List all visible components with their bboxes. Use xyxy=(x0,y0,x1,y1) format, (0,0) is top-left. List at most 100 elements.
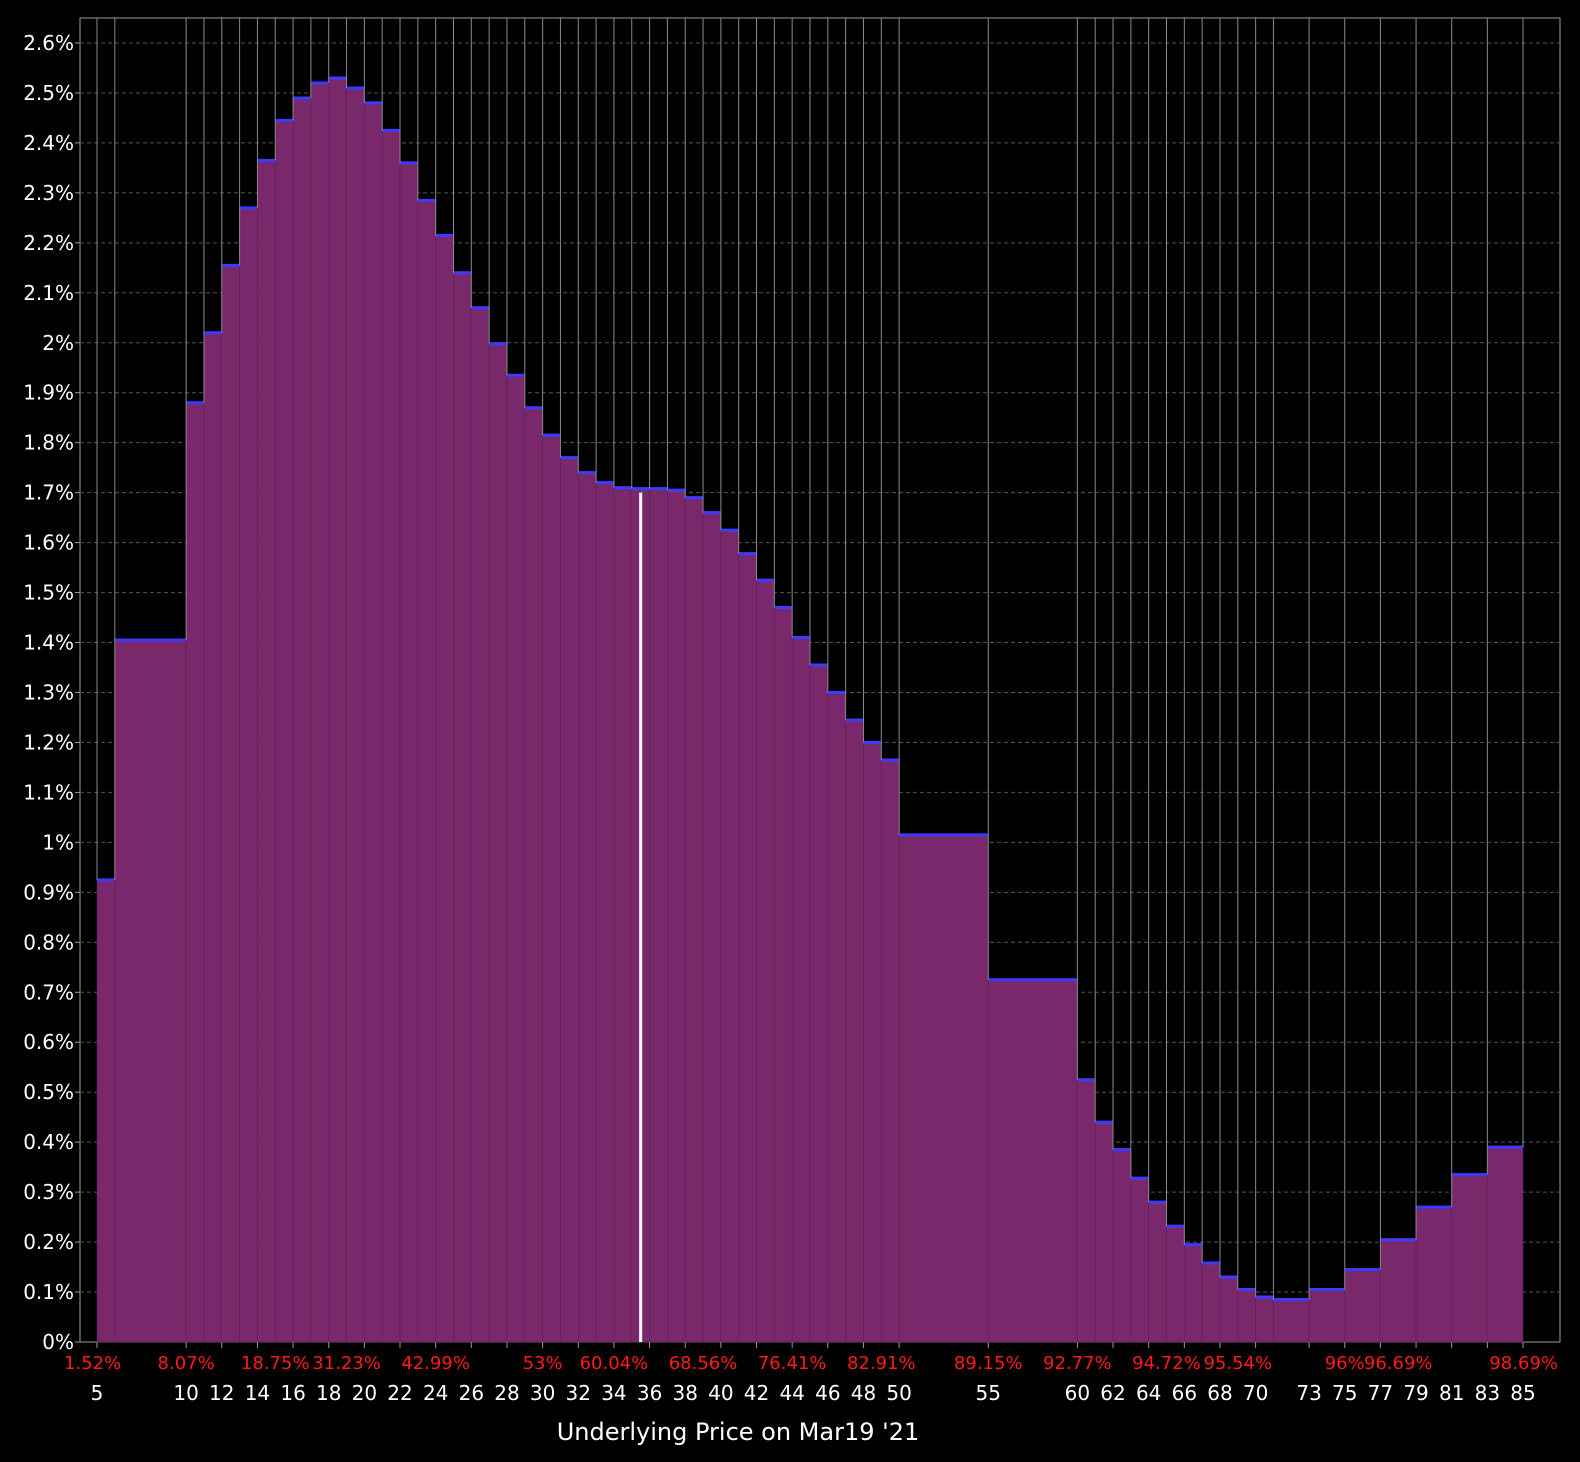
cumulative-prob-label: 96.69% xyxy=(1364,1353,1433,1374)
y-tick-label: 2.4% xyxy=(23,131,74,155)
x-tick-label: 24 xyxy=(423,1381,448,1405)
cumulative-prob-label: 53% xyxy=(523,1353,563,1374)
bar xyxy=(684,497,704,1343)
x-tick-label: 26 xyxy=(459,1381,484,1405)
bar xyxy=(595,482,615,1343)
bar xyxy=(399,162,419,1343)
x-tick-label: 38 xyxy=(672,1381,697,1405)
bar xyxy=(1487,1146,1524,1343)
y-tick-label: 2% xyxy=(42,331,74,355)
bar xyxy=(791,637,811,1343)
bar xyxy=(488,343,508,1343)
x-tick-label: 66 xyxy=(1172,1381,1197,1405)
cumulative-prob-label: 94.72% xyxy=(1132,1353,1201,1374)
x-tick-label: 83 xyxy=(1475,1381,1500,1405)
cumulative-prob-label: 89.15% xyxy=(954,1353,1023,1374)
y-tick-label: 1.8% xyxy=(23,431,74,455)
bar xyxy=(1130,1177,1149,1343)
x-tick-label: 20 xyxy=(352,1381,377,1405)
bar xyxy=(257,160,276,1343)
cumulative-prob-label: 42.99% xyxy=(401,1353,470,1374)
y-tick-label: 2.2% xyxy=(23,231,74,255)
cumulative-prob-label: 95.54% xyxy=(1203,1353,1272,1374)
bar xyxy=(738,553,757,1343)
x-tick-label: 70 xyxy=(1243,1381,1268,1405)
bar xyxy=(203,332,223,1343)
bar xyxy=(435,235,454,1343)
bar xyxy=(845,719,864,1343)
x-tick-label: 62 xyxy=(1100,1381,1125,1405)
bar xyxy=(1112,1149,1132,1343)
bar xyxy=(613,487,633,1343)
bar xyxy=(1166,1225,1185,1343)
bar xyxy=(328,77,347,1343)
y-tick-label: 0.9% xyxy=(23,880,74,904)
y-tick-label: 1.9% xyxy=(23,381,74,405)
bar xyxy=(381,130,401,1343)
bar xyxy=(1308,1289,1346,1343)
bar xyxy=(524,407,543,1343)
bar xyxy=(827,692,846,1343)
bar xyxy=(880,759,900,1343)
bar xyxy=(1380,1239,1417,1343)
x-tick-label: 60 xyxy=(1065,1381,1090,1405)
x-tick-label: 44 xyxy=(779,1381,804,1405)
x-tick-label: 81 xyxy=(1439,1381,1464,1405)
y-tick-label: 1.7% xyxy=(23,481,74,505)
y-tick-label: 1.4% xyxy=(23,631,74,655)
cumulative-prob-label: 98.69% xyxy=(1489,1353,1558,1374)
bar xyxy=(96,879,116,1343)
cumulative-prob-label: 18.75% xyxy=(241,1353,310,1374)
cumulative-prob-label: 92.77% xyxy=(1043,1353,1112,1374)
x-tick-label: 30 xyxy=(530,1381,555,1405)
cumulative-prob-label: 31.23% xyxy=(312,1353,381,1374)
bar xyxy=(1219,1276,1239,1343)
bar xyxy=(1237,1289,1256,1343)
bar xyxy=(863,742,882,1343)
bar xyxy=(114,639,187,1343)
x-tick-label: 14 xyxy=(245,1381,270,1405)
bar xyxy=(239,207,258,1343)
bar xyxy=(1148,1201,1167,1343)
x-tick-label: 48 xyxy=(851,1381,876,1405)
y-tick-label: 0.4% xyxy=(23,1130,74,1154)
bar xyxy=(364,102,383,1343)
x-tick-label: 34 xyxy=(601,1381,626,1405)
bar xyxy=(346,87,365,1343)
bar xyxy=(1077,1079,1096,1343)
y-tick-label: 1.5% xyxy=(23,581,74,605)
bar xyxy=(185,402,205,1343)
bar xyxy=(1273,1299,1310,1343)
bar xyxy=(1344,1269,1381,1343)
bar xyxy=(809,664,829,1343)
x-tick-label: 75 xyxy=(1332,1381,1357,1405)
x-axis-title: Underlying Price on Mar19 '21 xyxy=(557,1418,920,1446)
y-tick-label: 1.3% xyxy=(23,680,74,704)
x-tick-label: 79 xyxy=(1403,1381,1428,1405)
x-tick-label: 73 xyxy=(1296,1381,1321,1405)
y-tick-label: 2.3% xyxy=(23,181,74,205)
y-tick-label: 0.6% xyxy=(23,1030,74,1054)
x-tick-label: 50 xyxy=(886,1381,911,1405)
cumulative-prob-label: 1.52% xyxy=(64,1353,121,1374)
y-tick-label: 0.1% xyxy=(23,1280,74,1304)
bar xyxy=(274,120,294,1343)
bar xyxy=(667,489,686,1343)
bar xyxy=(756,579,775,1343)
x-tick-label: 36 xyxy=(637,1381,662,1405)
x-tick-label: 32 xyxy=(566,1381,591,1405)
probability-chart: 0% 0.1% 0.2% 0.3% 0.4% 0.5% 0.6% 0.7% 0.8% 0.9% 1%… xyxy=(23,17,1561,1446)
x-tick-label: 5 xyxy=(91,1381,104,1405)
y-tick-label: 0.2% xyxy=(23,1230,74,1254)
x-tick-label: 28 xyxy=(494,1381,519,1405)
bar xyxy=(774,607,793,1343)
cumulative-prob-label: 8.07% xyxy=(158,1353,215,1374)
y-tick-label: 0.8% xyxy=(23,930,74,954)
y-tick-label: 2.1% xyxy=(23,281,74,305)
bar xyxy=(1451,1174,1488,1343)
bar xyxy=(1184,1244,1203,1343)
y-tick-label: 1.6% xyxy=(23,531,74,555)
x-tick-label: 46 xyxy=(815,1381,840,1405)
x-tick-label: 64 xyxy=(1136,1381,1161,1405)
cumulative-prob-label: 96% xyxy=(1325,1353,1365,1374)
